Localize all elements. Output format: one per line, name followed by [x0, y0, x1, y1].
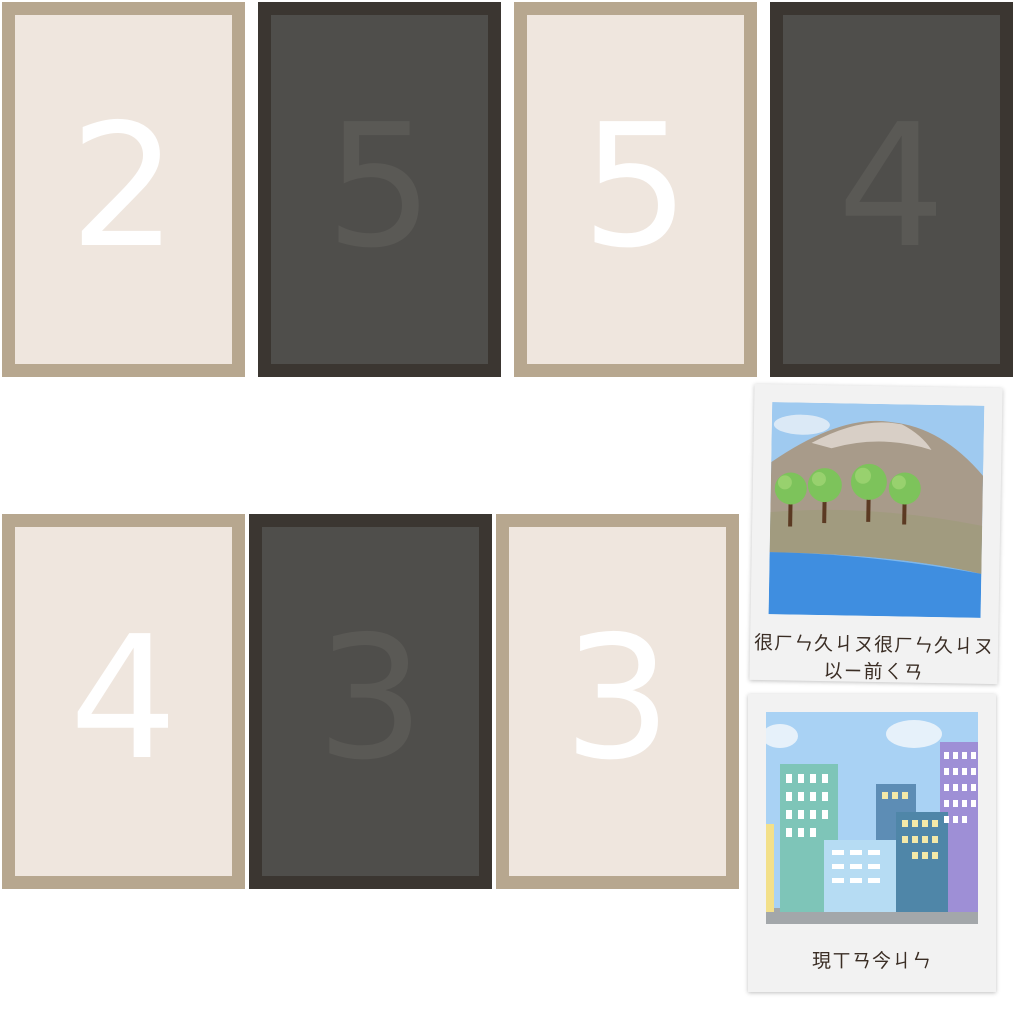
- number-card-dark[interactable]: 3: [249, 514, 492, 889]
- card-number: 2: [69, 87, 178, 286]
- number-card-dark[interactable]: 4: [770, 2, 1013, 377]
- number-card-dark[interactable]: 5: [258, 2, 501, 377]
- card-number: 5: [581, 87, 690, 286]
- card-number: 3: [563, 599, 672, 798]
- number-card-light[interactable]: 4: [2, 514, 245, 889]
- photo-caption: 現ㄒㄢ今ㄐㄣ: [811, 950, 932, 972]
- photo-caption: 很ㄏㄣ久ㄐㄡ很ㄏㄣ久ㄐㄡ以ㄧ前ㄑㄢ: [753, 631, 995, 684]
- card-number: 4: [69, 599, 178, 798]
- card-number: 5: [325, 87, 434, 286]
- photo-card-long-ago[interactable]: 很ㄏㄣ久ㄐㄡ很ㄏㄣ久ㄐㄡ以ㄧ前ㄑㄢ: [749, 383, 1003, 685]
- number-card-light[interactable]: 3: [496, 514, 739, 889]
- number-card-light[interactable]: 2: [2, 2, 245, 377]
- photo-card-now[interactable]: 現ㄒㄢ今ㄐㄣ: [748, 694, 996, 992]
- game-board: 2 5 5 4 4 3 3 很ㄏㄣ久ㄐㄡ很ㄏㄣ久ㄐㄡ以ㄧ前ㄑㄢ 現ㄒㄢ今ㄐㄣ: [0, 0, 1024, 1024]
- number-card-light[interactable]: 5: [514, 2, 757, 377]
- mountain-lake-image: [768, 402, 985, 618]
- card-number: 4: [837, 87, 946, 286]
- card-number: 3: [316, 599, 425, 798]
- city-image: [766, 712, 978, 924]
